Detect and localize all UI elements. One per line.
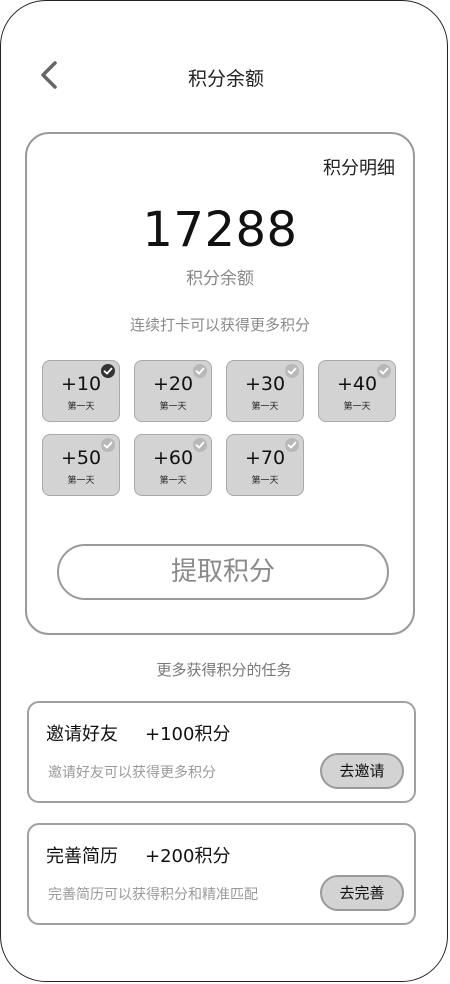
task-name: 完善简历 — [46, 846, 118, 867]
invite-button[interactable]: 去邀请 — [320, 753, 404, 789]
checkin-tile-6[interactable]: +60 第一天 — [134, 434, 212, 496]
complete-resume-button[interactable]: 去完善 — [320, 875, 404, 911]
check-circle-icon — [193, 438, 207, 452]
check-circle-icon — [377, 364, 391, 378]
balance-label: 积分余额 — [186, 269, 254, 289]
check-circle-icon — [285, 438, 299, 452]
header: 积分余额 — [1, 53, 450, 97]
checkin-day: 第一天 — [251, 402, 279, 412]
checkin-tile-1[interactable]: +10 第一天 — [42, 360, 120, 422]
checkin-tile-5[interactable]: +50 第一天 — [42, 434, 120, 496]
task-card-invite: 邀请好友 +100积分 邀请好友可以获得更多积分 去邀请 — [27, 701, 416, 803]
task-reward: +100积分 — [145, 724, 231, 745]
check-circle-icon — [285, 364, 299, 378]
check-circle-icon — [101, 438, 115, 452]
check-circle-icon — [101, 364, 115, 378]
checkin-tile-3[interactable]: +30 第一天 — [226, 360, 304, 422]
checkin-day: 第一天 — [67, 476, 95, 486]
checkin-hint: 连续打卡可以获得更多积分 — [129, 316, 310, 334]
checkin-day: 第一天 — [67, 402, 95, 412]
balance-card: 积分明细 17288 积分余额 连续打卡可以获得更多积分 +10 第一天 +20… — [25, 132, 415, 635]
page-title: 积分余额 — [187, 68, 264, 90]
claim-points-button[interactable]: 提取积分 — [57, 544, 389, 600]
checkin-day: 第一天 — [251, 476, 279, 486]
check-circle-icon — [193, 364, 207, 378]
phone-frame: 积分余额 积分明细 17288 积分余额 连续打卡可以获得更多积分 +10 第一… — [0, 0, 448, 982]
checkin-tile-7[interactable]: +70 第一天 — [226, 434, 304, 496]
checkin-tile-2[interactable]: +20 第一天 — [134, 360, 212, 422]
task-description: 完善简历可以获得积分和精准匹配 — [48, 887, 258, 903]
checkin-day: 第一天 — [343, 402, 371, 412]
points-balance: 17288 — [142, 202, 298, 258]
points-detail-link[interactable]: 积分明细 — [323, 154, 395, 180]
checkin-day: 第一天 — [159, 402, 187, 412]
task-card-resume: 完善简历 +200积分 完善简历可以获得积分和精准匹配 去完善 — [27, 823, 416, 925]
checkin-tile-4[interactable]: +40 第一天 — [318, 360, 396, 422]
task-description: 邀请好友可以获得更多积分 — [48, 765, 216, 781]
tasks-section-title: 更多获得积分的任务 — [156, 661, 292, 679]
task-reward: +200积分 — [145, 846, 231, 867]
checkin-day: 第一天 — [159, 476, 187, 486]
task-name: 邀请好友 — [46, 724, 118, 745]
